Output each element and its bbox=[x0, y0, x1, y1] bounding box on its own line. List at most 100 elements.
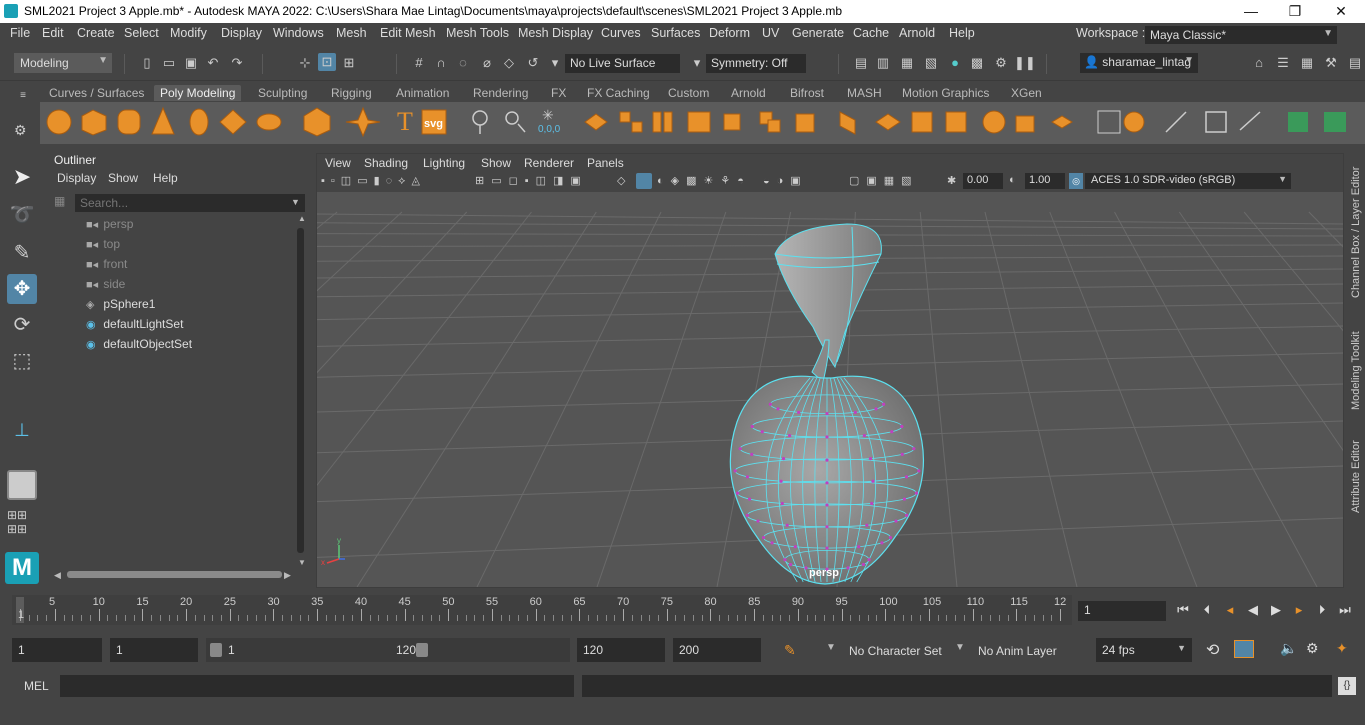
mel-label[interactable]: MEL bbox=[24, 679, 49, 693]
viewport-menu-view[interactable]: View bbox=[325, 156, 351, 170]
wedge-icon[interactable] bbox=[1123, 111, 1145, 133]
viewport-menu-shading[interactable]: Shading bbox=[364, 156, 408, 170]
outliner-vertical-scrollbar[interactable] bbox=[297, 228, 304, 553]
separate-icon[interactable] bbox=[619, 111, 631, 123]
animation-start-field[interactable]: 1 bbox=[12, 638, 102, 662]
go-to-end-icon[interactable]: ⏭ bbox=[1336, 601, 1354, 619]
time-slider-track[interactable]: 1 5 10 15 20 25 30 35 40 45 50 55 60 65 70 75 80 85 90 95 10… bbox=[12, 595, 1072, 625]
auto-key-icon[interactable]: ✎ bbox=[784, 642, 796, 659]
rotate-tool-icon[interactable]: ⟳ bbox=[7, 312, 37, 342]
tab-mash[interactable]: MASH bbox=[841, 85, 888, 101]
outliner-menu-show[interactable]: Show bbox=[108, 171, 138, 185]
lighting-mode-icon[interactable]: ◐◈▩☀⚘◓ bbox=[657, 174, 751, 187]
outliner-item-persp[interactable]: ■◂ persp bbox=[86, 217, 133, 235]
render-frame-icon[interactable]: ▥ bbox=[874, 54, 892, 72]
scroll-right-icon[interactable]: ▶ bbox=[284, 570, 291, 581]
range-end-handle[interactable] bbox=[416, 643, 428, 657]
range-start-handle[interactable] bbox=[210, 643, 222, 657]
shading-mode-icon[interactable]: ◇ bbox=[617, 174, 632, 187]
tab-sculpting[interactable]: Sculpting bbox=[252, 85, 313, 101]
undo-icon[interactable]: ↶ bbox=[204, 54, 222, 72]
chevron-down-icon[interactable]: ▼ bbox=[826, 642, 836, 653]
multi-cut-icon[interactable] bbox=[839, 111, 856, 135]
poly-disc-icon[interactable] bbox=[256, 113, 282, 131]
collapse-icon[interactable] bbox=[1015, 115, 1035, 133]
menu-edit[interactable]: Edit bbox=[42, 26, 64, 40]
chevron-down-icon[interactable]: ▾ bbox=[688, 54, 706, 72]
viewport-menu-lighting[interactable]: Lighting bbox=[423, 156, 465, 170]
slice-icon[interactable] bbox=[1165, 111, 1187, 133]
fps-dropdown[interactable]: 24 fps ▼ bbox=[1096, 638, 1192, 662]
scroll-up-icon[interactable]: ▲ bbox=[298, 214, 306, 223]
render-settings-icon[interactable]: ▧ bbox=[922, 54, 940, 72]
current-frame-field[interactable]: 1 bbox=[1078, 601, 1166, 621]
scale-tool-icon[interactable]: ⬚ bbox=[7, 348, 37, 378]
poly-cube-icon[interactable] bbox=[81, 109, 107, 136]
menu-help[interactable]: Help bbox=[949, 26, 975, 40]
close-button[interactable]: ✕ bbox=[1318, 0, 1364, 23]
move-tool-icon[interactable]: ✥ bbox=[7, 274, 37, 304]
menu-display[interactable]: Display bbox=[221, 26, 262, 40]
sound-icon[interactable]: 🔈 bbox=[1280, 640, 1297, 657]
single-perspective-layout-icon[interactable] bbox=[7, 470, 37, 500]
outliner-item-top[interactable]: ■◂ top bbox=[86, 237, 120, 255]
menu-create[interactable]: Create bbox=[77, 26, 115, 40]
attribute-editor-tab[interactable]: Attribute Editor bbox=[1350, 428, 1362, 513]
tab-motion-graphics[interactable]: Motion Graphics bbox=[896, 85, 995, 101]
outliner-item-psphere1[interactable]: ◈ pSphere1 bbox=[86, 297, 155, 315]
auto-uv-icon[interactable] bbox=[1324, 112, 1346, 132]
minimize-button[interactable]: — bbox=[1228, 0, 1274, 23]
filter-icon[interactable]: ▦ bbox=[54, 194, 65, 208]
extract-icon[interactable] bbox=[652, 111, 662, 133]
mirror-icon[interactable] bbox=[505, 111, 519, 125]
hypershade-icon[interactable]: ● bbox=[946, 54, 964, 72]
merge-icon[interactable] bbox=[1051, 115, 1073, 129]
outliner-search-input[interactable] bbox=[75, 194, 305, 212]
platonic-solid-icon[interactable] bbox=[303, 107, 331, 137]
animation-end-field[interactable]: 200 bbox=[673, 638, 761, 662]
scroll-left-icon[interactable]: ◀ bbox=[54, 570, 61, 581]
character-set-dropdown[interactable]: No Character Set bbox=[849, 644, 942, 658]
tool-settings-icon[interactable]: ⚒ bbox=[1322, 54, 1340, 72]
tab-animation[interactable]: Animation bbox=[390, 85, 455, 101]
channel-box-tab[interactable]: Channel Box / Layer Editor bbox=[1350, 158, 1362, 298]
snowflake-icon[interactable]: ✳ bbox=[542, 107, 554, 123]
tab-curves-surfaces[interactable]: Curves / Surfaces bbox=[43, 85, 150, 101]
select-components-icon[interactable]: ⊞ bbox=[340, 54, 358, 72]
colorspace-dropdown[interactable]: ACES 1.0 SDR-video (sRGB) ▼ bbox=[1085, 173, 1291, 189]
poly-plane-icon[interactable] bbox=[219, 109, 247, 135]
camera-tools-icon[interactable]: ▪▫◫▭▮◌⟡◬ bbox=[321, 174, 426, 188]
four-view-layout-icon[interactable]: ⊞⊞ ⊞⊞ bbox=[7, 508, 37, 538]
select-tool-icon[interactable]: ➤ bbox=[7, 164, 37, 194]
menu-mesh[interactable]: Mesh bbox=[336, 26, 367, 40]
poly-cone-icon[interactable] bbox=[151, 106, 175, 135]
step-forward-frame-icon[interactable]: ⏵ bbox=[1313, 601, 1331, 619]
new-scene-icon[interactable]: ▯ bbox=[138, 54, 156, 72]
menu-mesh-tools[interactable]: Mesh Tools bbox=[446, 26, 509, 40]
restore-button[interactable]: ❐ bbox=[1272, 0, 1318, 23]
script-editor-icon[interactable]: {} bbox=[1338, 677, 1356, 695]
outliner-item-side[interactable]: ■◂ side bbox=[86, 277, 125, 295]
go-to-start-icon[interactable]: ⏮ bbox=[1174, 601, 1192, 619]
viewport-menu-show[interactable]: Show bbox=[481, 156, 511, 170]
crease-icon[interactable] bbox=[1239, 111, 1261, 131]
tab-custom[interactable]: Custom bbox=[662, 85, 715, 101]
arnold-render-icon[interactable]: ▩ bbox=[968, 54, 986, 72]
perspective-viewport[interactable]: View Shading Lighting Show Renderer Pane… bbox=[316, 153, 1344, 588]
smooth-shade-icon[interactable] bbox=[636, 173, 652, 189]
open-scene-icon[interactable]: ▭ bbox=[160, 54, 178, 72]
viewport-menu-renderer[interactable]: Renderer bbox=[524, 156, 574, 170]
outliner-item-defaultlightset[interactable]: ◉ defaultLightSet bbox=[86, 317, 183, 335]
save-scene-icon[interactable]: ▣ bbox=[182, 54, 200, 72]
snap-surface-icon[interactable]: ◇ bbox=[500, 54, 518, 72]
color-management-icon[interactable]: ◎ bbox=[1069, 173, 1083, 189]
modeling-toolkit-icon[interactable]: ⌂ bbox=[1250, 54, 1268, 72]
menu-file[interactable]: File bbox=[10, 26, 30, 40]
menu-uv[interactable]: UV bbox=[762, 26, 779, 40]
modeling-toolkit-tab[interactable]: Modeling Toolkit bbox=[1350, 315, 1362, 410]
account-dropdown[interactable]: 👤 sharamae_lintag ▼ bbox=[1080, 53, 1198, 73]
snap-plane-icon[interactable]: ⌀ bbox=[478, 54, 496, 72]
exposure-field[interactable]: 0.00 bbox=[963, 173, 1003, 189]
outliner-menu-display[interactable]: Display bbox=[57, 171, 96, 185]
menu-arnold[interactable]: Arnold bbox=[899, 26, 935, 40]
